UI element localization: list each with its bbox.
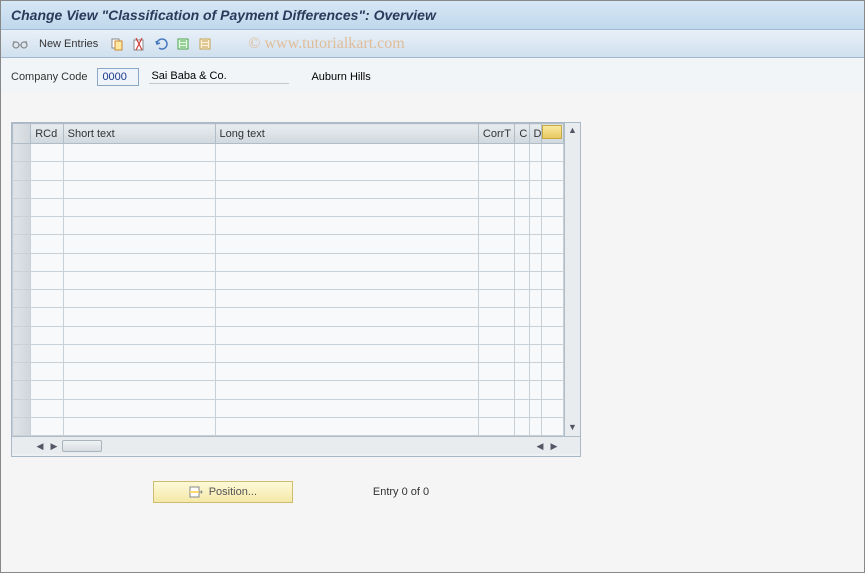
copy-icon[interactable] xyxy=(108,35,126,53)
position-label: Position... xyxy=(209,486,257,498)
table-row[interactable] xyxy=(13,290,564,308)
undo-icon[interactable] xyxy=(152,35,170,53)
table-row[interactable] xyxy=(13,417,564,435)
grid-table[interactable]: RCd Short text Long text CorrT C D xyxy=(12,123,564,436)
watermark: © www.tutorialkart.com xyxy=(248,35,404,53)
new-entries-button[interactable]: New Entries xyxy=(33,36,104,52)
vertical-scrollbar[interactable]: ▲ ▼ xyxy=(564,123,580,436)
company-name-text: Sai Baba & Co. xyxy=(149,70,289,84)
company-code-input[interactable] xyxy=(97,68,139,86)
table-row[interactable] xyxy=(13,198,564,216)
table-row[interactable] xyxy=(13,217,564,235)
col-corrt[interactable]: CorrT xyxy=(478,124,514,144)
table-row[interactable] xyxy=(13,344,564,362)
table-row[interactable] xyxy=(13,399,564,417)
data-grid: RCd Short text Long text CorrT C D ▲ ▼ ◀… xyxy=(11,122,581,457)
table-row[interactable] xyxy=(13,271,564,289)
filter-bar: Company Code Sai Baba & Co. Auburn Hills xyxy=(1,58,864,92)
page-title: Change View "Classification of Payment D… xyxy=(11,7,436,23)
hscroll-thumb[interactable] xyxy=(62,440,102,452)
table-row[interactable] xyxy=(13,144,564,162)
footer: Position... Entry 0 of 0 xyxy=(1,467,581,517)
entry-count-text: Entry 0 of 0 xyxy=(373,486,429,498)
col-c[interactable]: C xyxy=(515,124,529,144)
table-row[interactable] xyxy=(13,326,564,344)
table-row[interactable] xyxy=(13,162,564,180)
col-long-text[interactable]: Long text xyxy=(215,124,478,144)
deselect-all-icon[interactable] xyxy=(196,35,214,53)
page-title-bar: Change View "Classification of Payment D… xyxy=(1,1,864,30)
table-row[interactable] xyxy=(13,253,564,271)
scroll-left-end-icon[interactable]: ◀ xyxy=(534,440,546,452)
scroll-right-end-icon[interactable]: ▶ xyxy=(548,440,560,452)
col-rcd[interactable]: RCd xyxy=(31,124,63,144)
scroll-left-icon[interactable]: ◀ xyxy=(34,440,46,452)
company-code-label: Company Code xyxy=(11,71,87,83)
table-row[interactable] xyxy=(13,308,564,326)
row-selector-header[interactable] xyxy=(13,124,31,144)
table-row[interactable] xyxy=(13,363,564,381)
col-short-text[interactable]: Short text xyxy=(63,124,215,144)
col-d[interactable]: D xyxy=(529,124,541,144)
scroll-down-icon[interactable]: ▼ xyxy=(567,422,579,434)
glasses-icon[interactable] xyxy=(11,35,29,53)
table-row[interactable] xyxy=(13,180,564,198)
delete-icon[interactable] xyxy=(130,35,148,53)
select-all-icon[interactable] xyxy=(174,35,192,53)
location-text: Auburn Hills xyxy=(309,71,399,84)
toolbar: New Entries © www.tutorialkart.com xyxy=(1,30,864,58)
scroll-up-icon[interactable]: ▲ xyxy=(567,125,579,137)
position-icon xyxy=(189,485,203,499)
horizontal-scrollbar[interactable]: ◀ ▶ ◀ ▶ xyxy=(12,436,580,454)
scroll-right-icon[interactable]: ▶ xyxy=(48,440,60,452)
table-row[interactable] xyxy=(13,381,564,399)
table-row[interactable] xyxy=(13,235,564,253)
configure-columns-button[interactable] xyxy=(541,124,563,144)
position-button[interactable]: Position... xyxy=(153,481,293,503)
